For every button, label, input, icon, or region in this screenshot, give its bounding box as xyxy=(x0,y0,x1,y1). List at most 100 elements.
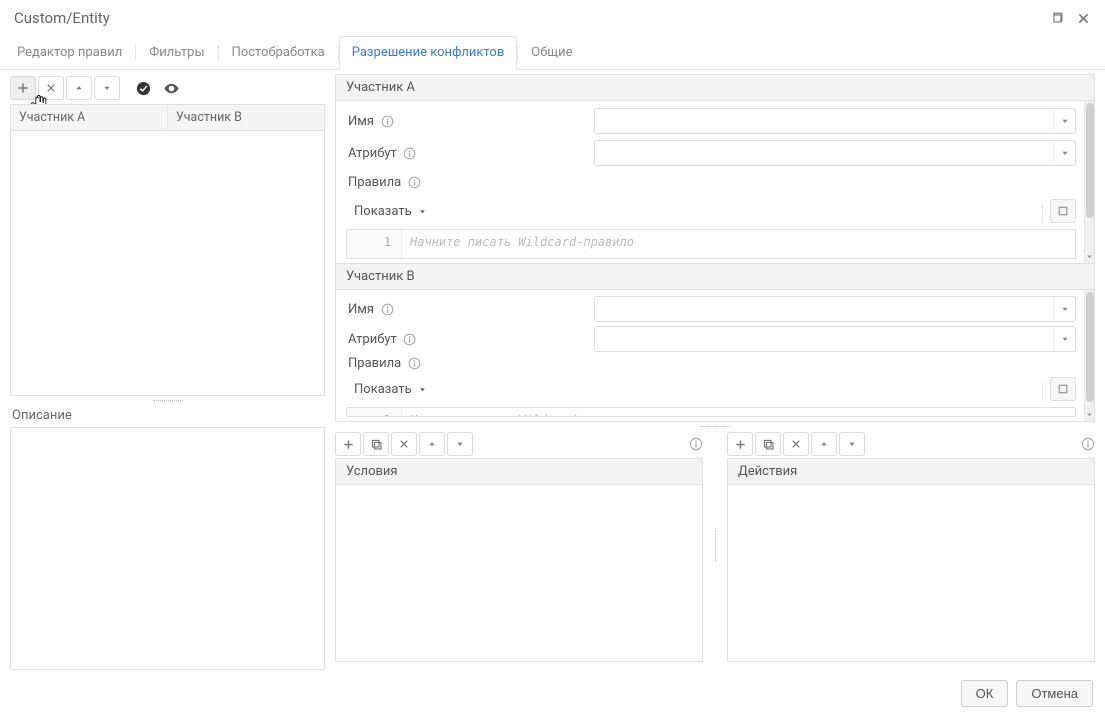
conditions-actions-row: Условия xyxy=(335,430,1095,662)
dialog-body: Участник A Участник B Описание xyxy=(0,70,1105,670)
pa-attr-select[interactable] xyxy=(594,140,1076,166)
chevron-down-icon xyxy=(418,207,427,216)
close-icon[interactable] xyxy=(1073,8,1093,28)
editor-gutter: 1 xyxy=(347,408,402,416)
pb-attr-select[interactable] xyxy=(594,326,1076,352)
right-vertical-splitter[interactable] xyxy=(335,422,1095,430)
dialog-window: Custom/Entity Редактор правил Фильтры По… xyxy=(0,0,1105,719)
conditions-column: Условия xyxy=(335,430,703,662)
conditions-header: Условия xyxy=(336,459,702,485)
description-textarea[interactable] xyxy=(10,427,325,670)
pa-attr-label: Атрибут xyxy=(348,146,397,161)
cond-down-button[interactable] xyxy=(447,432,473,456)
grid-header: Участник A Участник B xyxy=(11,105,324,131)
validate-icon[interactable] xyxy=(130,76,156,100)
conditions-list[interactable] xyxy=(336,485,702,661)
pb-rule-editor[interactable]: 1 Начните писать Wildcard-правило xyxy=(346,407,1076,417)
left-column: Участник A Участник B Описание xyxy=(10,74,325,670)
grid-body[interactable] xyxy=(11,131,324,395)
cancel-button[interactable]: Отмена xyxy=(1016,680,1093,707)
add-button[interactable] xyxy=(10,76,36,100)
info-icon[interactable] xyxy=(380,114,394,128)
grid-col-b[interactable]: Участник B xyxy=(168,105,324,130)
move-up-button[interactable] xyxy=(66,76,92,100)
editor-gutter: 1 xyxy=(347,230,402,258)
conditions-actions-splitter[interactable] xyxy=(713,430,717,662)
delete-button[interactable] xyxy=(38,76,64,100)
tab-bar: Редактор правил Фильтры Постобработка Ра… xyxy=(0,36,1105,70)
chevron-down-icon xyxy=(1053,109,1075,133)
info-icon[interactable] xyxy=(407,357,421,371)
pb-rules-label: Правила xyxy=(348,356,401,371)
editor-placeholder: Начните писать Wildcard-правило xyxy=(402,408,1075,416)
participant-b-panel: Участник B Имя xyxy=(336,264,1094,421)
scroll-down-icon[interactable] xyxy=(1085,249,1094,263)
ok-button[interactable]: ОК xyxy=(961,680,1009,707)
scrollbar-thumb[interactable] xyxy=(1086,103,1094,218)
dialog-footer: ОК Отмена xyxy=(0,670,1105,719)
cond-delete-button[interactable] xyxy=(391,432,417,456)
pa-rules-label: Правила xyxy=(348,175,401,190)
info-icon[interactable] xyxy=(689,437,703,451)
right-column: Участник A Имя xyxy=(335,74,1095,670)
participant-a-panel: Участник A Имя xyxy=(336,75,1094,263)
chevron-down-icon xyxy=(418,385,427,394)
left-vertical-splitter[interactable] xyxy=(10,396,325,404)
act-delete-button[interactable] xyxy=(783,432,809,456)
window-title: Custom/Entity xyxy=(14,9,1041,27)
info-icon[interactable] xyxy=(1081,437,1095,451)
pa-show-dropdown[interactable]: Показать xyxy=(346,201,435,222)
move-down-button[interactable] xyxy=(94,76,120,100)
chevron-down-icon xyxy=(1053,297,1075,321)
cond-copy-button[interactable] xyxy=(363,432,389,456)
titlebar: Custom/Entity xyxy=(0,0,1105,36)
tab-conflict-resolution[interactable]: Разрешение конфликтов xyxy=(339,36,518,70)
participant-b-header: Участник B xyxy=(336,264,1094,290)
info-icon[interactable] xyxy=(380,302,394,316)
conditions-box: Условия xyxy=(335,458,703,662)
actions-column: Действия xyxy=(727,430,1095,662)
actions-toolbar xyxy=(727,430,1095,458)
pa-name-label: Имя xyxy=(348,114,374,129)
pb-attr-label: Атрибут xyxy=(348,332,397,347)
participants-container: Участник A Имя xyxy=(335,74,1095,422)
actions-header: Действия xyxy=(728,459,1094,485)
chevron-down-icon xyxy=(1053,327,1075,351)
restore-icon[interactable] xyxy=(1047,8,1067,28)
chevron-down-icon xyxy=(1053,141,1075,165)
participants-grid[interactable]: Участник A Участник B xyxy=(10,104,325,396)
preview-icon[interactable] xyxy=(158,76,184,100)
pa-maximize-editor-button[interactable] xyxy=(1050,199,1076,223)
tab-general[interactable]: Общие xyxy=(518,36,585,70)
participant-a-header: Участник A xyxy=(336,75,1094,101)
pa-rule-editor[interactable]: 1 Начните писать Wildcard-правило xyxy=(346,229,1076,259)
pb-show-dropdown[interactable]: Показать xyxy=(346,379,435,400)
pb-name-label: Имя xyxy=(348,302,374,317)
scrollbar-thumb[interactable] xyxy=(1086,292,1094,402)
conditions-toolbar xyxy=(335,430,703,458)
scrollbar-vert[interactable] xyxy=(1084,290,1094,421)
info-icon[interactable] xyxy=(407,175,421,189)
act-down-button[interactable] xyxy=(839,432,865,456)
info-icon[interactable] xyxy=(403,332,417,346)
description-label: Описание xyxy=(10,404,325,427)
pb-maximize-editor-button[interactable] xyxy=(1050,377,1076,401)
pb-name-select[interactable] xyxy=(594,296,1076,322)
tab-postprocess[interactable]: Постобработка xyxy=(219,36,338,70)
tab-filters[interactable]: Фильтры xyxy=(136,36,217,70)
pa-name-select[interactable] xyxy=(594,108,1076,134)
actions-list[interactable] xyxy=(728,485,1094,661)
act-copy-button[interactable] xyxy=(755,432,781,456)
act-up-button[interactable] xyxy=(811,432,837,456)
info-icon[interactable] xyxy=(403,146,417,160)
cond-up-button[interactable] xyxy=(419,432,445,456)
editor-placeholder: Начните писать Wildcard-правило xyxy=(402,230,1075,258)
tab-rules-editor[interactable]: Редактор правил xyxy=(4,36,135,70)
act-add-button[interactable] xyxy=(727,432,753,456)
actions-box: Действия xyxy=(727,458,1095,662)
cond-add-button[interactable] xyxy=(335,432,361,456)
scrollbar-vert[interactable] xyxy=(1084,101,1094,263)
grid-col-a[interactable]: Участник A xyxy=(11,105,168,130)
scroll-down-icon[interactable] xyxy=(1085,407,1094,421)
left-toolbar xyxy=(10,74,325,104)
